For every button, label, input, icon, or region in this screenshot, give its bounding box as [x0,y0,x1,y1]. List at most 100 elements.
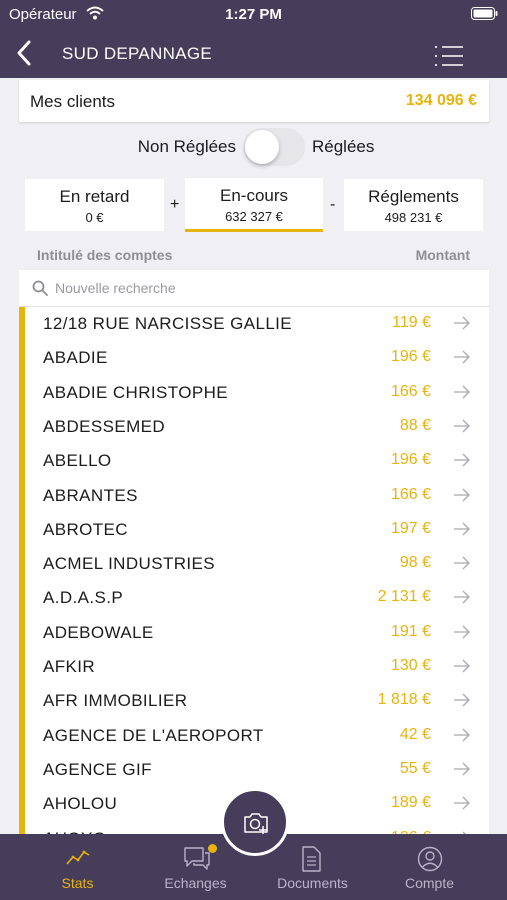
page-title: SUD DEPANNAGE [62,44,213,63]
status-bar: Opérateur 1:27 PM [0,0,507,30]
unpaid-label: Non Réglées [137,137,236,156]
paid-filter-toggle-row: Non Réglées Réglées [0,128,507,166]
late-label: En retard [59,187,130,206]
client-amount: 166 € [390,485,431,503]
arrow-right-icon [454,556,470,570]
client-name: ABRANTES [43,485,138,505]
app-header: Opérateur 1:27 PM SUD DEPANNAGE [0,0,507,78]
notification-badge [208,844,217,853]
tab-compte-label: Compte [404,875,455,891]
client-name: AFKIR [43,657,96,676]
client-amount: 88 € [399,416,431,434]
minus-operator: - [330,196,336,213]
client-amount: 2 131 € [377,588,431,606]
search-bar [19,270,489,307]
tab-compte[interactable]: Compte [371,834,488,900]
arrow-right-icon [454,590,470,604]
client-name: AGENCE DE L'AEROPORT [43,725,264,745]
client-name: AHOLOU [43,794,118,814]
tab-documents-label: Documents [277,875,348,891]
chat-icon [184,847,210,870]
accounts-column-header: Intitulé des comptes [37,247,173,263]
current-total-box[interactable]: En-cours 632 327 € [185,178,323,232]
client-row[interactable]: 12/18 RUE NARCISSE GALLIE 119 € [19,307,489,341]
search-input[interactable] [55,276,475,300]
client-row[interactable]: ABELLO 196 € [19,444,489,478]
client-name: ABADIE [43,348,108,368]
client-amount: 1 818 € [377,691,431,709]
client-amount: 191 € [390,622,431,640]
client-amount: 55 € [399,759,431,777]
arrow-right-icon [454,350,470,364]
stats-line-icon [66,850,90,865]
client-amount: 42 € [399,725,431,743]
tab-stats[interactable]: Stats [19,834,136,900]
client-row[interactable]: ADEBOWALE 191 € [19,616,489,650]
battery-icon [471,7,498,20]
late-total-box[interactable]: En retard 0 € [25,179,164,231]
client-row[interactable]: ABADIE 196 € [19,341,489,375]
user-circle-icon [417,846,443,872]
client-row[interactable]: ABADIE CHRISTOPHE 166 € [19,376,489,410]
totals-row: En retard 0 € + En-cours 632 327 € - Rég… [0,178,507,233]
payments-label: Réglements [368,187,459,206]
clients-summary-card: Mes clients 134 096 € [19,80,489,122]
client-name: ADEBOWALE [43,622,154,642]
tab-echanges-label: Echanges [164,875,227,891]
client-name: ABADIE CHRISTOPHE [43,382,229,402]
arrow-right-icon [454,316,470,330]
client-amount: 98 € [399,554,431,572]
client-row[interactable]: AGENCE DE L'AEROPORT 42 € [19,719,489,753]
client-name: ACMEL INDUSTRIES [43,554,216,574]
paid-label: Réglées [312,137,375,156]
client-row[interactable]: ABROTEC 197 € [19,513,489,547]
arrow-right-icon [454,693,470,707]
client-name: ABELLO [43,451,112,471]
client-amount: 166 € [390,382,431,400]
client-row[interactable]: AGENCE GIF 55 € [19,753,489,787]
plus-operator: + [170,196,180,213]
arrow-right-icon [454,659,470,673]
current-label: En-cours [219,186,289,205]
arrow-right-icon [454,385,470,399]
client-amount: 197 € [390,519,431,537]
clients-list: 12/18 RUE NARCISSE GALLIE 119 € ABADIE 196 … [19,307,489,834]
amount-column-header: Montant [415,247,470,263]
camera-fab-button[interactable] [221,788,289,856]
arrow-right-icon [454,728,470,742]
client-row[interactable]: A.D.A.S.P 2 131 € [19,581,489,615]
arrow-right-icon [454,625,470,639]
switch-knob [245,130,279,164]
arrow-right-icon [454,453,470,467]
client-row[interactable]: ABRANTES 166 € [19,479,489,513]
arrow-right-icon [454,522,470,536]
payments-value: 498 231 € [384,210,443,225]
payments-total-box[interactable]: Réglements 498 231 € [344,179,483,231]
current-value: 632 327 € [225,209,283,224]
client-amount: 196 € [390,451,431,469]
search-icon [32,280,48,296]
paid-toggle-switch[interactable] [243,128,305,166]
client-name: 12/18 RUE NARCISSE GALLIE [43,314,293,333]
client-amount: 196 € [390,348,431,366]
client-row[interactable]: ABDESSEMED 88 € [19,410,489,444]
client-row[interactable]: ACMEL INDUSTRIES 98 € [19,547,489,581]
client-amount: 189 € [390,794,431,812]
arrow-right-icon [454,762,470,776]
client-row[interactable]: AFR IMMOBILIER 1 818 € [19,684,489,718]
camera-plus-icon [244,813,268,834]
arrow-right-icon [454,488,470,501]
client-row[interactable]: AFKIR 130 € [19,650,489,684]
client-amount: 119 € [392,314,431,331]
back-chevron-icon[interactable] [12,38,38,68]
list-menu-icon[interactable] [433,44,465,68]
arrow-right-icon [454,419,470,433]
client-name: AGENCE GIF [43,759,152,779]
late-value: 0 € [85,210,104,225]
arrow-right-icon [454,796,470,810]
client-amount: 130 € [390,657,431,674]
document-icon [302,846,321,872]
client-name: AFR IMMOBILIER [43,691,188,711]
client-name: A.D.A.S.P [43,588,124,608]
client-name: ABROTEC [43,519,128,539]
